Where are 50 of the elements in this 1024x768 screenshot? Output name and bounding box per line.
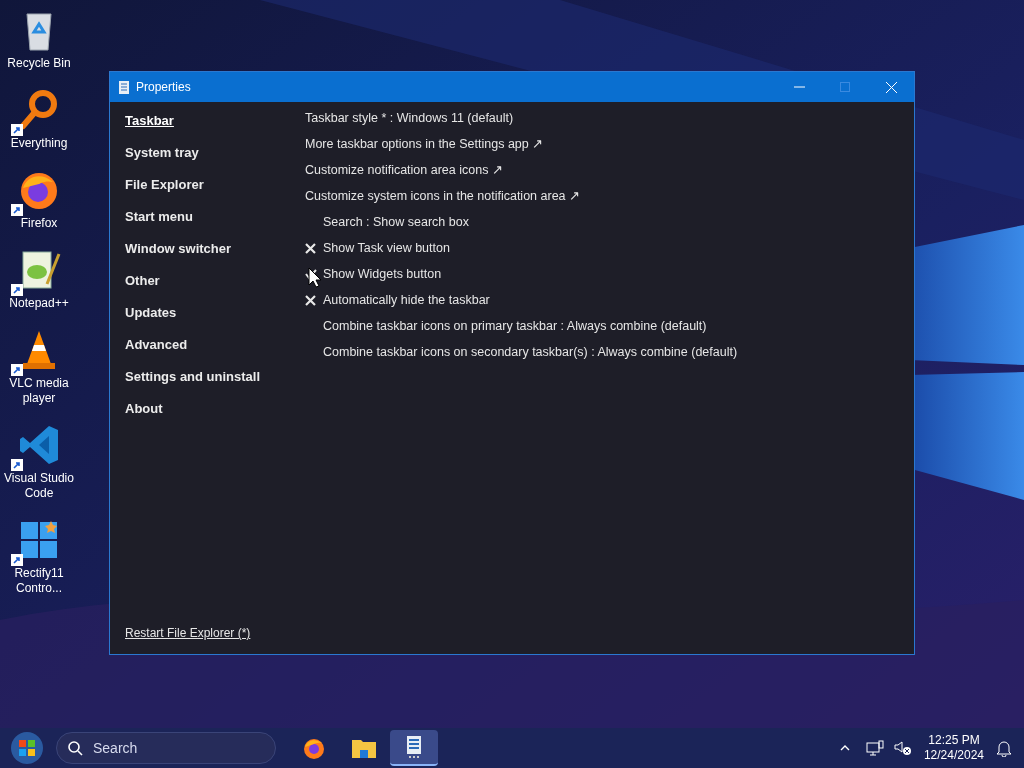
windows-orb-icon [10, 731, 44, 765]
muted-speaker-icon[interactable] [893, 740, 912, 756]
restart-explorer-link[interactable]: Restart File Explorer (*) [125, 624, 251, 642]
clock-time: 12:25 PM [928, 733, 980, 748]
sidebar-tab[interactable]: Settings and uninstall [125, 361, 261, 393]
notification-bell-icon[interactable] [996, 739, 1012, 757]
sidebar-tab[interactable]: System tray [125, 137, 199, 169]
desktop-icon-label[interactable]: Recycle Bin [7, 56, 71, 71]
option-selector[interactable]: Combine taskbar icons on primary taskbar : Always combine (default) [323, 313, 707, 339]
taskbar-app-button[interactable] [390, 730, 438, 766]
properties-app-icon [405, 735, 423, 759]
start-button[interactable] [9, 730, 45, 766]
folder-icon [351, 737, 377, 759]
fox-globe-icon [302, 736, 326, 760]
sidebar-tab[interactable]: Advanced [125, 329, 188, 361]
sidebar-tab[interactable]: About [125, 393, 163, 425]
close-icon [885, 81, 897, 93]
desktop-icon-label[interactable]: Firefox [20, 216, 58, 231]
window-title: Properties [136, 79, 191, 96]
option-selector[interactable]: Taskbar style * : Windows 11 (default) [305, 105, 514, 131]
sidebar-tab[interactable]: Other [125, 265, 160, 297]
search-bar[interactable]: Search [56, 732, 276, 764]
desktop-icon-label[interactable]: Everything [10, 136, 68, 151]
option-selector[interactable]: Combine taskbar icons on secondary taskbar(s) : Always combine (default) [323, 339, 738, 365]
search-field[interactable]: Search [93, 737, 263, 759]
sidebar-tab[interactable]: Start menu [125, 201, 193, 233]
settings-link[interactable]: Customize notification area icons ↗ [305, 157, 503, 183]
desktop-icon-label[interactable]: Rectify11 Contro... [0, 566, 78, 596]
desktop-icon-label[interactable]: Visual Studio Code [0, 471, 78, 501]
sidebar-tab[interactable]: File Explorer [125, 169, 204, 201]
settings-link[interactable]: Customize system icons in the notification area ↗ [305, 183, 580, 209]
code-editor-icon [17, 423, 61, 467]
option-toggle[interactable]: Automatically hide the taskbar [323, 287, 490, 313]
app-icon [119, 80, 129, 94]
clock-date: 12/24/2024 [923, 748, 984, 763]
mouse-pointer-icon [308, 267, 321, 288]
sidebar-tab[interactable]: Updates [125, 297, 177, 329]
search-icon [67, 740, 83, 756]
desktop-icon-label[interactable]: VLC media player [0, 376, 78, 406]
settings-link[interactable]: More taskbar options in the Settings app ↗ [305, 131, 544, 157]
sidebar-tab[interactable]: Taskbar [125, 105, 174, 137]
minimize-icon [793, 86, 805, 88]
maximize-icon [840, 82, 850, 92]
desktop-icon-label[interactable]: Notepad++ [9, 296, 69, 311]
sidebar-tab[interactable]: Window switcher [125, 233, 232, 265]
option-toggle[interactable]: Show Widgets button [323, 261, 442, 287]
option-selector[interactable]: Search : Show search box [323, 209, 469, 235]
network-icon[interactable] [865, 740, 884, 756]
chevron-up-icon[interactable] [839, 745, 850, 751]
option-toggle[interactable]: Show Task view button [323, 235, 450, 261]
